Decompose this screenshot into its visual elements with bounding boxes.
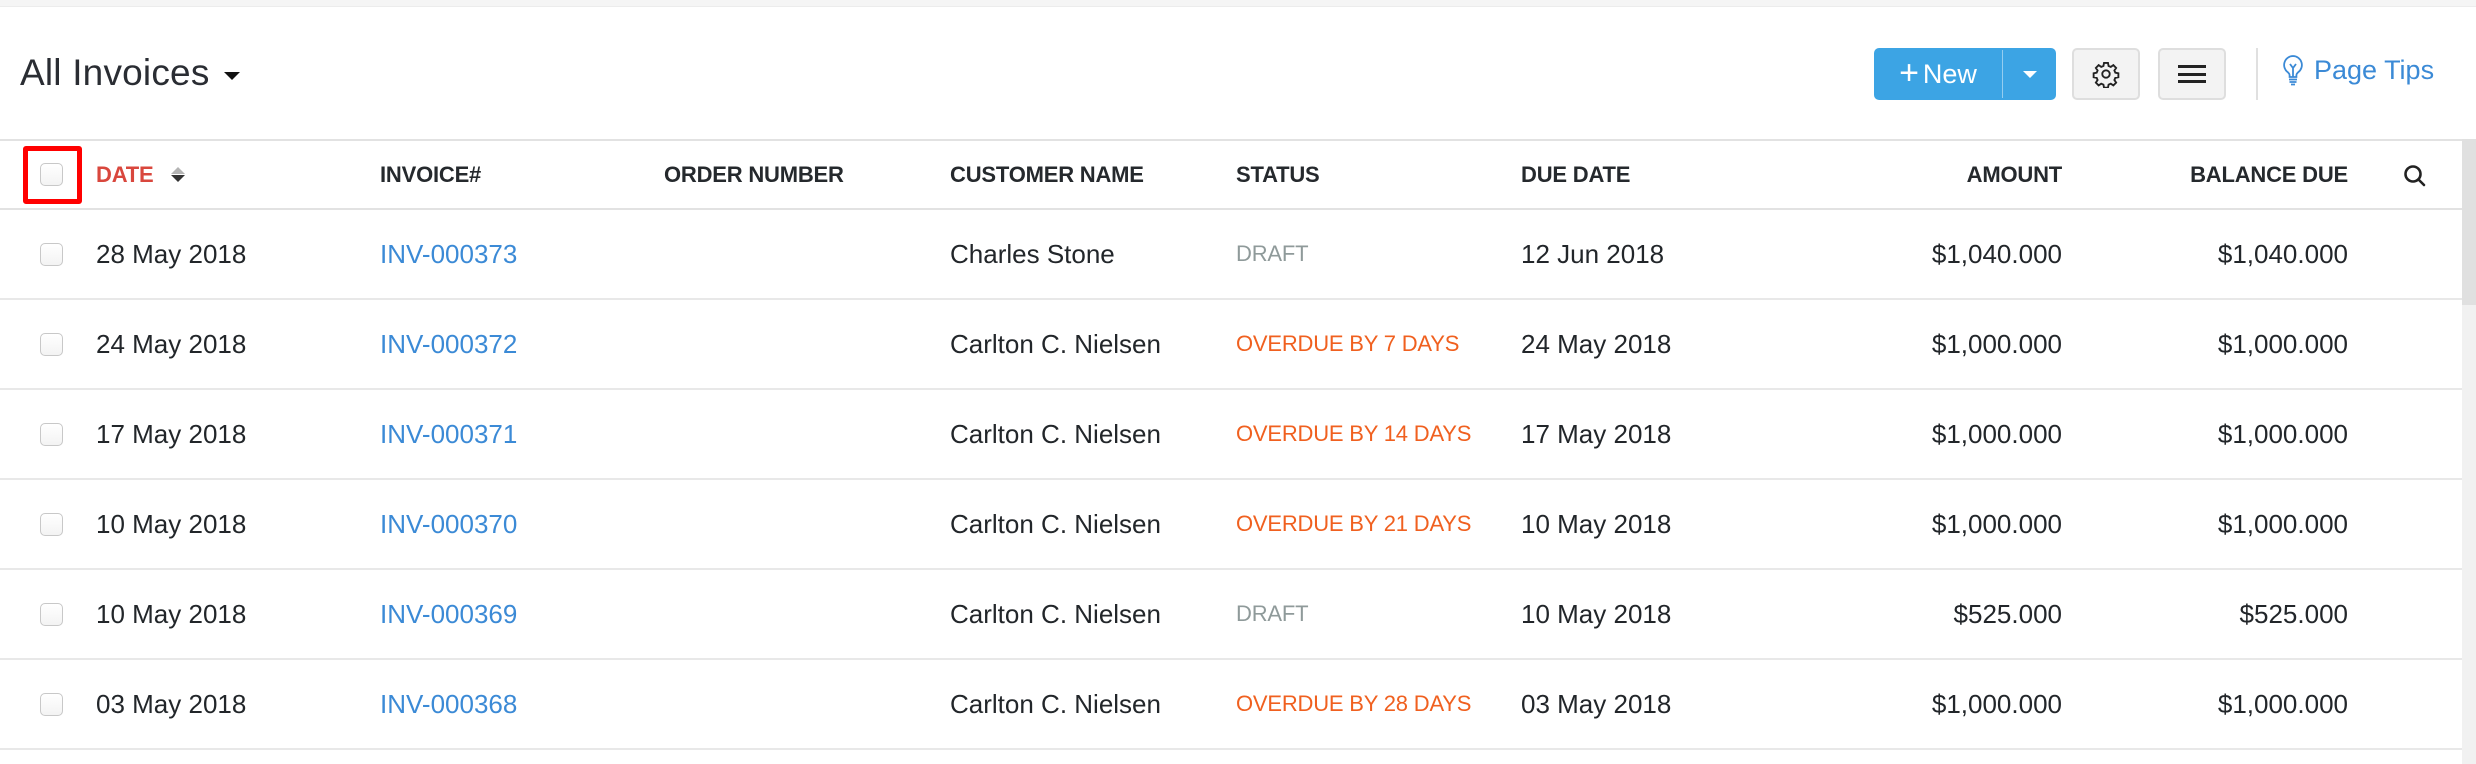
- column-header-due-date[interactable]: DUE DATE: [1521, 141, 1630, 208]
- vertical-scrollbar[interactable]: [2462, 139, 2476, 764]
- cell-date: 10 May 2018: [96, 599, 247, 629]
- settings-button[interactable]: [2072, 48, 2140, 100]
- table-body: 28 May 2018 INV-000373 Charles Stone DRA…: [0, 210, 2462, 750]
- cell-balance-due: $1,000.000: [2217, 689, 2348, 719]
- status-badge: DRAFT: [1236, 601, 1309, 626]
- cell-balance-due: $1,000.000: [2217, 329, 2348, 359]
- top-strip: [0, 0, 2476, 7]
- cell-date: 10 May 2018: [96, 509, 247, 539]
- cell-balance-due: $1,000.000: [2217, 419, 2348, 449]
- new-button[interactable]: + New: [1874, 48, 2002, 100]
- cell-balance-due: $1,040.000: [2217, 239, 2348, 269]
- row-checkbox[interactable]: [40, 693, 63, 716]
- table-row[interactable]: 17 May 2018 INV-000371 Carlton C. Nielse…: [0, 390, 2462, 480]
- row-checkbox[interactable]: [40, 603, 63, 626]
- new-dropdown-button[interactable]: [2003, 48, 2056, 100]
- new-button-label: New: [1922, 58, 1977, 89]
- cell-customer-name: Carlton C. Nielsen: [950, 599, 1161, 629]
- invoice-link[interactable]: INV-000370: [380, 480, 517, 568]
- table-row[interactable]: 10 May 2018 INV-000369 Carlton C. Nielse…: [0, 570, 2462, 660]
- invoice-link[interactable]: INV-000368: [380, 660, 517, 748]
- sort-icon: [171, 167, 186, 183]
- cell-customer-name: Charles Stone: [950, 239, 1115, 269]
- cell-date: 03 May 2018: [96, 689, 247, 719]
- table-header: DATE INVOICE# ORDER NUMBER CUSTOMER NAME…: [0, 139, 2462, 210]
- cell-amount: $1,000.000: [1931, 509, 2062, 539]
- status-badge: OVERDUE BY 14 DAYS: [1236, 421, 1472, 446]
- row-checkbox[interactable]: [40, 513, 63, 536]
- caret-down-icon: [223, 72, 240, 80]
- row-checkbox[interactable]: [40, 333, 63, 356]
- invoice-link[interactable]: INV-000369: [380, 570, 517, 658]
- cell-amount: $1,000.000: [1931, 689, 2062, 719]
- hamburger-icon: [2178, 65, 2206, 83]
- cell-balance-due: $525.000: [2239, 599, 2348, 629]
- column-header-order-number[interactable]: ORDER NUMBER: [664, 141, 844, 208]
- status-badge: OVERDUE BY 28 DAYS: [1236, 691, 1472, 716]
- column-header-invoice[interactable]: INVOICE#: [380, 141, 481, 208]
- cell-due-date: 24 May 2018: [1521, 329, 1672, 359]
- invoices-table: DATE INVOICE# ORDER NUMBER CUSTOMER NAME…: [0, 139, 2462, 750]
- cell-date: 28 May 2018: [96, 239, 247, 269]
- gear-icon: [2092, 61, 2120, 88]
- invoice-link[interactable]: INV-000371: [380, 390, 517, 478]
- cell-customer-name: Carlton C. Nielsen: [950, 419, 1161, 449]
- cell-customer-name: Carlton C. Nielsen: [950, 329, 1161, 359]
- table-row[interactable]: 10 May 2018 INV-000370 Carlton C. Nielse…: [0, 480, 2462, 570]
- page-title: All Invoices: [20, 52, 210, 93]
- status-badge: OVERDUE BY 7 DAYS: [1236, 331, 1460, 356]
- table-row[interactable]: 24 May 2018 INV-000372 Carlton C. Nielse…: [0, 300, 2462, 390]
- column-header-balance-due[interactable]: BALANCE DUE: [2090, 141, 2348, 208]
- cell-due-date: 10 May 2018: [1521, 509, 1672, 539]
- cell-due-date: 10 May 2018: [1521, 599, 1672, 629]
- toolbar-divider: [2256, 48, 2258, 100]
- caret-down-icon: [2022, 70, 2037, 78]
- cell-date: 17 May 2018: [96, 419, 247, 449]
- cell-customer-name: Carlton C. Nielsen: [950, 689, 1161, 719]
- table-row[interactable]: 03 May 2018 INV-000368 Carlton C. Nielse…: [0, 660, 2462, 750]
- status-badge: OVERDUE BY 21 DAYS: [1236, 511, 1472, 536]
- highlight-annotation: [23, 146, 82, 204]
- search-icon[interactable]: [2402, 163, 2428, 189]
- table-row[interactable]: 28 May 2018 INV-000373 Charles Stone DRA…: [0, 210, 2462, 300]
- column-header-customer-name[interactable]: CUSTOMER NAME: [950, 141, 1144, 208]
- cell-balance-due: $1,000.000: [2217, 509, 2348, 539]
- invoice-link[interactable]: INV-000373: [380, 210, 517, 298]
- view-selector[interactable]: All Invoices: [20, 52, 240, 94]
- column-header-date[interactable]: DATE: [96, 141, 186, 208]
- column-header-amount[interactable]: AMOUNT: [1800, 141, 2063, 208]
- cell-amount: $525.000: [1953, 599, 2062, 629]
- cell-amount: $1,000.000: [1931, 329, 2062, 359]
- status-badge: DRAFT: [1236, 241, 1309, 266]
- lightbulb-icon: [2283, 55, 2303, 86]
- column-header-status[interactable]: STATUS: [1236, 141, 1320, 208]
- scrollbar-thumb[interactable]: [2462, 139, 2476, 305]
- cell-date: 24 May 2018: [96, 329, 247, 359]
- plus-icon: +: [1899, 53, 1919, 92]
- page-tips-label: Page Tips: [2314, 54, 2435, 85]
- row-checkbox[interactable]: [40, 423, 63, 446]
- new-button-group: + New: [1874, 48, 2056, 100]
- row-checkbox[interactable]: [40, 243, 63, 266]
- more-menu-button[interactable]: [2158, 48, 2226, 100]
- cell-amount: $1,040.000: [1931, 239, 2062, 269]
- invoice-link[interactable]: INV-000372: [380, 300, 517, 388]
- page-tips-link[interactable]: Page Tips: [2282, 54, 2434, 86]
- column-label: DATE: [96, 162, 154, 187]
- cell-due-date: 12 Jun 2018: [1521, 239, 1665, 269]
- cell-amount: $1,000.000: [1931, 419, 2062, 449]
- cell-due-date: 17 May 2018: [1521, 419, 1672, 449]
- cell-due-date: 03 May 2018: [1521, 689, 1672, 719]
- cell-customer-name: Carlton C. Nielsen: [950, 509, 1161, 539]
